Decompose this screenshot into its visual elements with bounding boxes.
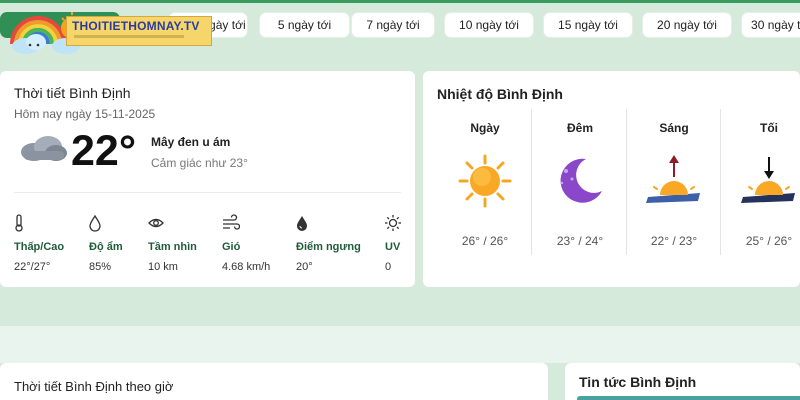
divider [14,192,401,193]
current-date: Hôm nay ngày 15-11-2025 [14,107,156,121]
weather-condition: Mây đen u ám [151,135,231,149]
column-separator [626,109,627,255]
top-accent-line [0,0,800,3]
current-title: Thời tiết Bình Định [14,85,131,101]
stat-value: 22°/27° [14,261,51,273]
news-card: Tin tức Bình Định [565,363,800,400]
hourly-title: Thời tiết Bình Định theo giờ [14,379,174,394]
stat-value: 85% [89,261,112,273]
period-range: 23° / 24° [556,234,604,248]
section-spacer [0,326,800,363]
period-range: 22° / 23° [650,234,698,248]
feels-like: Cảm giác như 23° [151,156,248,170]
period-day: Ngày 26° / 26° [439,109,531,249]
moon-icon [556,157,602,203]
wind-icon [223,214,241,230]
stat-label: Thấp/Cao [14,241,65,253]
period-name: Tối [760,121,778,135]
tab-7-days[interactable]: 7 ngày tới [351,12,435,38]
hourly-forecast-card: Thời tiết Bình Định theo giờ [0,363,548,400]
logo-tagline-bar [74,35,184,38]
tab-5-days[interactable]: 5 ngày tới [259,12,350,38]
stat-uv: UV 0 [385,214,401,273]
period-night: Đêm 23° / 24° [534,109,626,249]
stat-label: Điểm ngưng [296,241,361,253]
news-title: Tin tức Bình Định [579,374,697,390]
current-temperature: 22° [71,127,137,175]
stat-label: Gió [222,241,241,253]
temperature-periods-card: Nhiệt độ Bình Định Ngày 26° / 26° Đêm 23… [423,71,800,287]
stat-value: 10 km [148,261,178,273]
stat-label: Tầm nhìn [148,241,197,253]
period-morning: Sáng 22° / 23° [628,109,720,249]
stat-value: 4.68 km/h [222,261,271,273]
sunset-icon [741,157,795,203]
dew-point-icon [297,216,307,231]
period-range: 26° / 26° [461,234,509,248]
logo-text: THOITIETHOMNAY.TV [72,19,200,33]
stat-label: UV [385,241,401,253]
stat-value: 0 [385,261,392,273]
uv-sun-icon [385,215,401,231]
thermometer-icon [15,214,23,232]
sun-icon [458,154,512,208]
sunrise-icon [646,155,700,203]
site-logo[interactable]: THOITIETHOMNAY.TV [6,4,212,54]
stat-wind: Gió 4.68 km/h [222,214,270,273]
period-name: Ngày [470,121,500,135]
period-name: Sáng [659,121,689,135]
period-evening: Tối 25° / 26° [723,109,800,249]
cloud-icon [21,136,67,161]
tab-20-days[interactable]: 20 ngày tới [642,12,732,38]
tab-30-days[interactable]: 30 ngày tới [741,12,800,38]
period-name: Đêm [566,121,593,135]
stat-visibility: Tầm nhìn 10 km [148,214,197,273]
stat-value: 20° [296,261,313,273]
eye-icon [148,218,164,228]
tab-15-days[interactable]: 15 ngày tới [543,12,633,38]
stat-humidity: Độ ẩm 85% [89,214,123,273]
stat-dew-point: Điểm ngưng 20° [296,214,361,273]
stat-low-high: Thấp/Cao 22°/27° [14,214,64,273]
temps-title: Nhiệt độ Bình Định [437,86,563,102]
column-separator [531,109,532,255]
stat-label: Độ ẩm [89,241,123,253]
column-separator [720,109,721,255]
period-range: 25° / 26° [745,234,793,248]
current-weather-card: Thời tiết Bình Định Hôm nay ngày 15-11-2… [0,71,415,287]
news-thumbnail[interactable] [577,396,800,400]
tab-10-days[interactable]: 10 ngày tới [444,12,534,38]
humidity-drop-icon [89,214,101,232]
